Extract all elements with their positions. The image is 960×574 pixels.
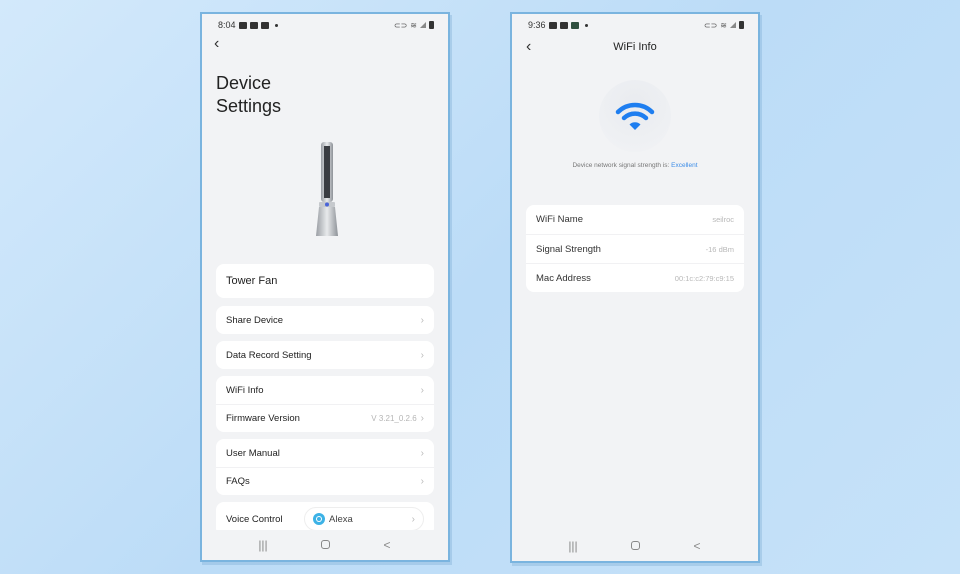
share-device-item[interactable]: Share Device › bbox=[216, 306, 434, 334]
alexa-button[interactable]: Alexa › bbox=[304, 507, 424, 531]
chevron-right-icon: › bbox=[420, 447, 424, 459]
recent-apps-button[interactable]: ||| bbox=[248, 538, 278, 552]
item-label: WiFi Info bbox=[226, 384, 264, 396]
settings-group: WiFi Info › Firmware Version V 3.21_0.2.… bbox=[216, 376, 434, 432]
battery-icon bbox=[739, 21, 744, 29]
mac-address-row: Mac Address 00:1c:c2:79:c9:15 bbox=[526, 263, 744, 292]
app-notification-icon bbox=[559, 21, 568, 29]
wifi-icon bbox=[615, 102, 655, 130]
info-value: 00:1c:c2:79:c9:15 bbox=[674, 273, 734, 283]
gallery-icon bbox=[548, 21, 557, 29]
device-name[interactable]: Tower Fan bbox=[216, 264, 434, 298]
status-bar: 9:36 ⊂⊃ ≋ bbox=[512, 14, 758, 36]
item-label: Firmware Version bbox=[226, 413, 300, 424]
device-settings-screen: 8:04 ⊂⊃ ≋ ‹ Device Settings Tower Fan Sh… bbox=[200, 12, 450, 562]
wifi-info-card: WiFi Name seilroc Signal Strength -16 dB… bbox=[526, 205, 744, 292]
item-label: Data Record Setting bbox=[226, 349, 312, 361]
item-label: FAQs bbox=[226, 476, 250, 487]
system-nav-bar: ||| < bbox=[202, 530, 448, 560]
item-label: User Manual bbox=[226, 447, 280, 459]
page-title: WiFi Info bbox=[613, 41, 657, 53]
faqs-item[interactable]: FAQs › bbox=[216, 467, 434, 495]
notification-dot-icon bbox=[274, 23, 278, 27]
firmware-version-value: V 3.21_0.2.6 bbox=[371, 414, 417, 423]
chevron-right-icon: › bbox=[420, 384, 424, 396]
firmware-version-item[interactable]: Firmware Version V 3.21_0.2.6 › bbox=[216, 404, 434, 432]
gallery-icon bbox=[238, 21, 247, 29]
alexa-label: Alexa bbox=[329, 513, 353, 525]
device-name-card[interactable]: Tower Fan bbox=[216, 264, 434, 298]
home-button[interactable] bbox=[310, 538, 340, 552]
signal-strength-message: Device network signal strength is: Excel… bbox=[512, 162, 758, 169]
chevron-right-icon: › bbox=[420, 314, 424, 326]
link-icon: ⊂⊃ bbox=[703, 20, 718, 30]
clock: 8:04 bbox=[218, 20, 236, 30]
signal-strength-row: Signal Strength -16 dBm bbox=[526, 234, 744, 263]
home-icon bbox=[630, 541, 640, 550]
battery-icon bbox=[429, 21, 434, 29]
info-value: -16 dBm bbox=[705, 244, 734, 254]
data-record-setting-item[interactable]: Data Record Setting › bbox=[216, 341, 434, 369]
info-label: Mac Address bbox=[536, 272, 591, 284]
system-back-button[interactable]: < bbox=[372, 538, 402, 552]
notification-dot-icon bbox=[584, 23, 588, 27]
wifi-name-row: WiFi Name seilroc bbox=[526, 205, 744, 234]
chevron-right-icon: › bbox=[420, 413, 424, 424]
info-label: Signal Strength bbox=[536, 243, 601, 255]
tower-fan-image bbox=[316, 142, 338, 236]
recent-apps-button[interactable]: ||| bbox=[558, 539, 588, 553]
wifi-status-icon: ≋ bbox=[410, 20, 417, 30]
link-icon: ⊂⊃ bbox=[393, 20, 408, 30]
system-back-button[interactable]: < bbox=[682, 539, 712, 553]
page-title: Device Settings bbox=[216, 73, 282, 116]
back-button[interactable]: ‹ bbox=[214, 36, 219, 52]
system-nav-bar: ||| < bbox=[512, 531, 758, 561]
signal-prefix: Device network signal strength is: bbox=[572, 162, 670, 169]
info-value: seilroc bbox=[712, 215, 734, 224]
settings-group: User Manual › FAQs › bbox=[216, 439, 434, 495]
wifi-signal-badge bbox=[599, 80, 671, 152]
clock: 9:36 bbox=[528, 20, 546, 30]
home-button[interactable] bbox=[620, 539, 650, 553]
alexa-icon bbox=[313, 513, 325, 525]
app-notification-icon bbox=[570, 21, 579, 29]
user-manual-item[interactable]: User Manual › bbox=[216, 439, 434, 467]
cell-signal-icon bbox=[730, 22, 736, 28]
settings-group: Share Device › bbox=[216, 306, 434, 334]
wifi-info-item[interactable]: WiFi Info › bbox=[216, 376, 434, 404]
info-label: WiFi Name bbox=[536, 214, 583, 225]
chevron-right-icon: › bbox=[420, 349, 424, 361]
b-app-icon bbox=[260, 21, 269, 29]
chevron-right-icon: › bbox=[411, 513, 415, 525]
cell-signal-icon bbox=[420, 22, 426, 28]
status-bar: 8:04 ⊂⊃ ≋ bbox=[202, 14, 448, 36]
signal-quality: Excellent bbox=[671, 162, 698, 169]
wifi-info-screen: 9:36 ⊂⊃ ≋ ‹ WiFi Info Device network sig… bbox=[510, 12, 760, 563]
voice-control-label: Voice Control bbox=[226, 513, 283, 525]
settings-group: Data Record Setting › bbox=[216, 341, 434, 369]
b-app-icon bbox=[249, 21, 258, 29]
item-label: Share Device bbox=[226, 314, 284, 326]
wifi-status-icon: ≋ bbox=[720, 20, 727, 30]
home-icon bbox=[320, 540, 330, 549]
chevron-right-icon: › bbox=[420, 476, 424, 487]
